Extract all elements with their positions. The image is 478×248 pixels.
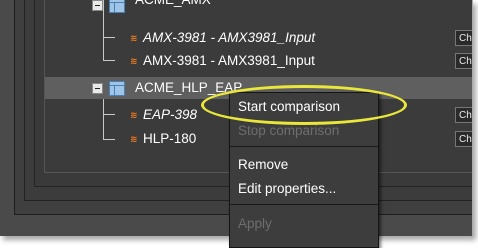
menu-item-remove[interactable]: Remove (230, 153, 378, 177)
tree-item-row[interactable]: ≋ AMX-3981 - AMX3981_Input Ch1 (45, 50, 472, 72)
channel-badge[interactable]: Ch1 (455, 30, 472, 46)
table-folder-icon (109, 0, 125, 13)
tree-item-label: EAP-398 (143, 107, 198, 122)
channel-badge[interactable]: Ch1 (455, 107, 472, 123)
collapse-minus-icon[interactable] (92, 83, 103, 94)
tree-group-label: ACME_AMX (135, 0, 211, 11)
signal-wave-icon: ≋ (130, 110, 138, 120)
menu-separator (230, 204, 378, 205)
tree-item-label: AMX-3981 - AMX3981_Input (143, 53, 315, 68)
highlight-callout (201, 85, 407, 125)
tree-item-label: AMX-3981 - AMX3981_Input (143, 30, 316, 45)
tree-item-row[interactable]: ≋ AMX-3981 - AMX3981_Input Ch1 (45, 27, 472, 49)
signal-wave-icon: ≋ (130, 33, 138, 43)
menu-separator (230, 146, 378, 147)
collapse-minus-icon[interactable] (92, 0, 103, 11)
channel-badge[interactable]: Ch1 (455, 131, 472, 147)
signal-wave-icon: ≋ (130, 56, 138, 66)
channel-badge[interactable]: Ch1 (455, 53, 472, 69)
tree-item-label: HLP-180 (143, 131, 197, 146)
signal-wave-icon: ≋ (130, 134, 138, 144)
tree-group-row[interactable]: ACME_AMX (45, 0, 472, 22)
menu-item-apply: Apply (238, 216, 272, 231)
table-folder-icon (109, 81, 125, 96)
menu-item-edit-properties[interactable]: Edit properties... (230, 177, 378, 201)
